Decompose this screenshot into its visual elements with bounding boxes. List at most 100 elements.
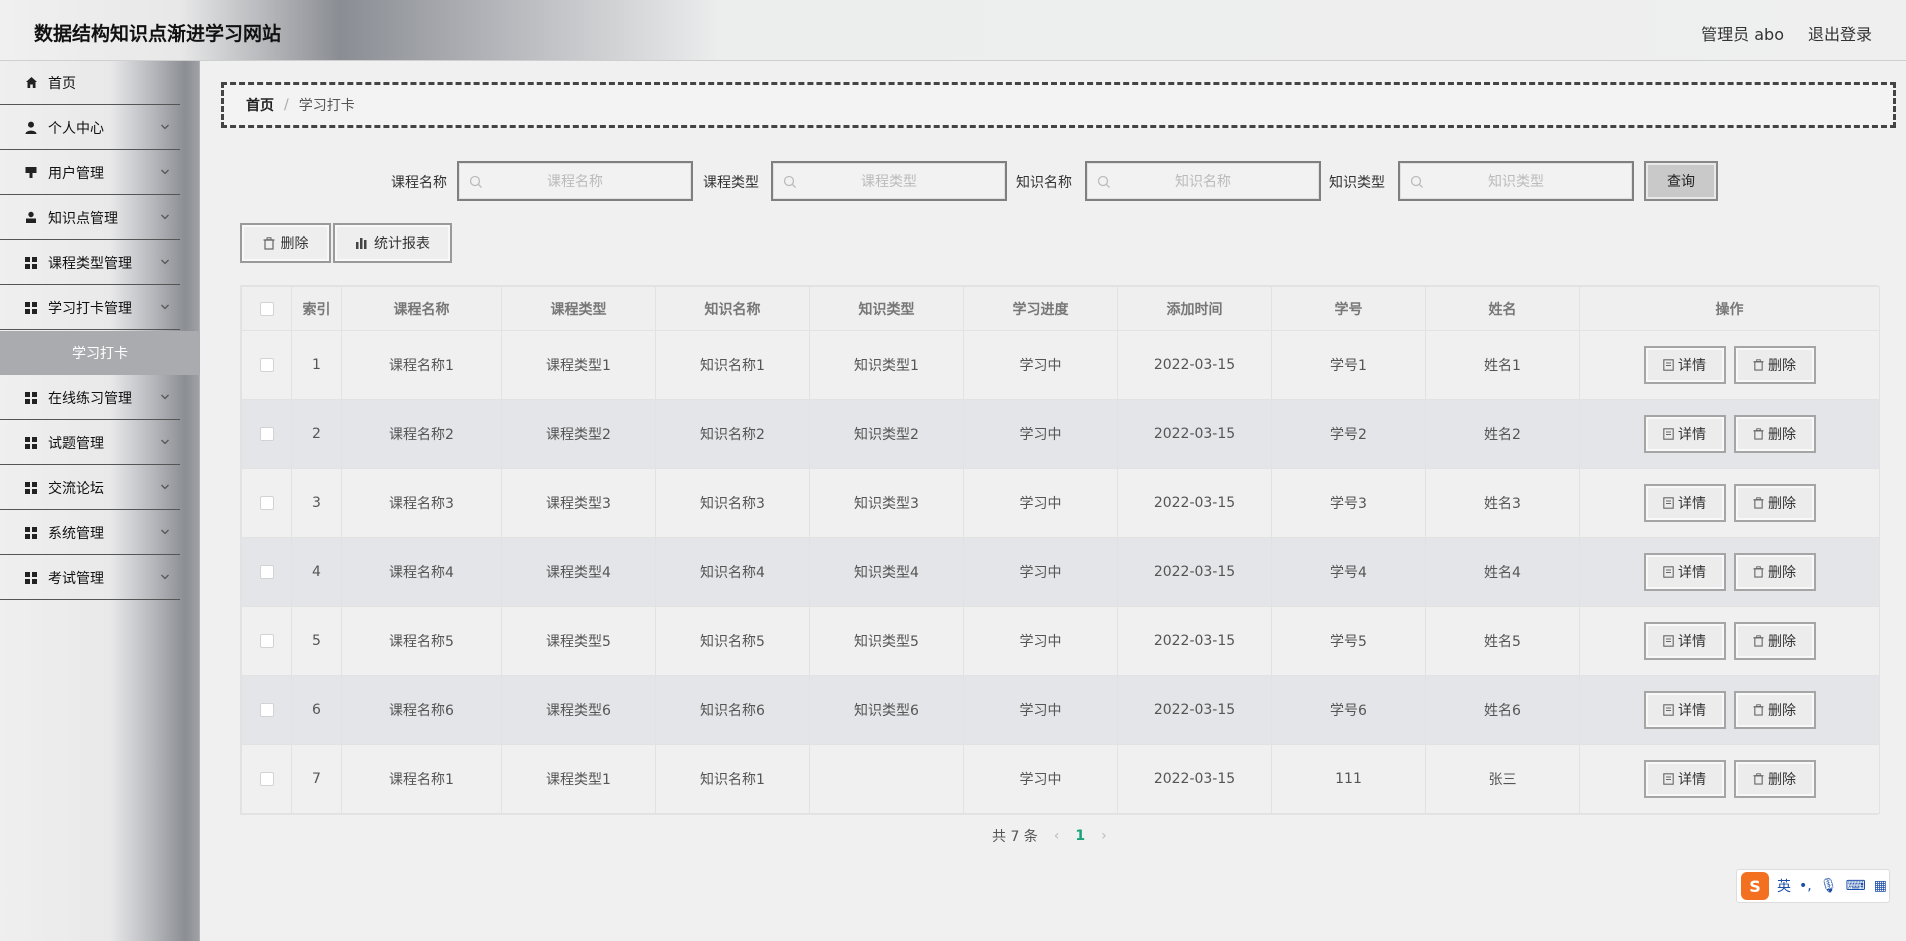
document-icon bbox=[1663, 497, 1674, 509]
row-checkbox[interactable] bbox=[259, 358, 274, 372]
table-cell: 2022-03-15 bbox=[1117, 606, 1272, 676]
delete-button[interactable]: 删除 bbox=[1733, 760, 1816, 798]
course-name-input[interactable]: 课程名称 bbox=[457, 161, 693, 201]
sidebar-item-7[interactable]: 试题管理 bbox=[0, 421, 180, 465]
detail-button[interactable]: 详情 bbox=[1643, 691, 1726, 729]
admin-user-label[interactable]: 管理员 abo bbox=[1701, 21, 1784, 45]
delete-button[interactable]: 删除 bbox=[1733, 622, 1816, 660]
table-cell: 知识名称1 bbox=[655, 744, 810, 814]
trash-icon bbox=[1753, 566, 1764, 578]
table-cell: 2022-03-15 bbox=[1117, 468, 1272, 538]
sidebar-item-6[interactable]: 在线练习管理 bbox=[0, 376, 180, 420]
ime-logo-icon[interactable]: S bbox=[1741, 872, 1769, 900]
row-actions: 详情 删除 bbox=[1579, 468, 1880, 538]
delete-button[interactable]: 删除 bbox=[1733, 553, 1816, 591]
delete-button[interactable]: 删除 bbox=[1733, 484, 1816, 522]
ime-punct-icon[interactable]: •, bbox=[1799, 878, 1812, 894]
knowledge-type-input[interactable]: 知识类型 bbox=[1398, 161, 1634, 201]
grid-icon bbox=[24, 301, 38, 315]
detail-button[interactable]: 详情 bbox=[1643, 760, 1726, 798]
sidebar-item-label: 考试管理 bbox=[48, 570, 104, 587]
ime-toolbar: S 英 •, 🎙 ⌨ ▦ bbox=[1736, 869, 1890, 903]
ime-keyboard-icon[interactable]: ⌨ bbox=[1846, 878, 1866, 894]
batch-delete-label: 删除 bbox=[280, 236, 309, 252]
detail-label: 详情 bbox=[1678, 427, 1706, 443]
sidebar-item-label: 学习打卡管理 bbox=[48, 300, 132, 317]
sidebar-item-10[interactable]: 考试管理 bbox=[0, 556, 180, 600]
page-number-1[interactable]: 1 bbox=[1075, 828, 1085, 844]
detail-button[interactable]: 详情 bbox=[1643, 484, 1726, 522]
table-cell: 课程名称2 bbox=[341, 399, 502, 469]
column-header: 操作 bbox=[1579, 286, 1880, 331]
next-page-button[interactable]: › bbox=[1101, 828, 1107, 844]
course-type-label: 课程类型 bbox=[703, 175, 759, 191]
select-all-checkbox[interactable] bbox=[259, 301, 274, 316]
sidebar-item-8[interactable]: 交流论坛 bbox=[0, 466, 180, 510]
table-cell: 课程名称4 bbox=[341, 537, 502, 607]
sidebar-item-label: 在线练习管理 bbox=[48, 390, 132, 407]
table-cell: 学习中 bbox=[963, 468, 1118, 538]
table-cell: 2022-03-15 bbox=[1117, 537, 1272, 607]
detail-button[interactable]: 详情 bbox=[1643, 415, 1726, 453]
course-type-input[interactable]: 课程类型 bbox=[771, 161, 1007, 201]
grid-icon bbox=[24, 256, 38, 270]
search-icon bbox=[783, 175, 796, 188]
row-checkbox[interactable] bbox=[259, 772, 274, 786]
table-cell: 2022-03-15 bbox=[1117, 675, 1272, 745]
table-cell: 知识名称6 bbox=[655, 675, 810, 745]
sidebar-subitem-checkin[interactable]: 学习打卡 bbox=[0, 331, 200, 375]
row-checkbox[interactable] bbox=[259, 703, 274, 717]
row-checkbox[interactable] bbox=[259, 634, 274, 648]
table-cell: 2022-03-15 bbox=[1117, 399, 1272, 469]
knowledge-type-label: 知识类型 bbox=[1329, 175, 1385, 191]
delete-button[interactable]: 删除 bbox=[1733, 691, 1816, 729]
user-icon bbox=[24, 121, 38, 135]
column-header: 添加时间 bbox=[1117, 286, 1272, 331]
report-button[interactable]: 统计报表 bbox=[333, 223, 452, 263]
detail-button[interactable]: 详情 bbox=[1643, 622, 1726, 660]
sidebar-item-3[interactable]: 知识点管理 bbox=[0, 196, 180, 240]
sidebar-item-0[interactable]: 首页 bbox=[0, 61, 180, 105]
delete-label: 删除 bbox=[1768, 772, 1796, 788]
sidebar-item-5[interactable]: 学习打卡管理 bbox=[0, 286, 180, 330]
logout-link[interactable]: 退出登录 bbox=[1808, 21, 1872, 45]
knowledge-icon bbox=[24, 211, 38, 225]
table-cell: 5 bbox=[291, 606, 342, 676]
knowledge-name-placeholder: 知识名称 bbox=[1175, 174, 1231, 190]
breadcrumb-home[interactable]: 首页 bbox=[246, 95, 274, 115]
row-checkbox[interactable] bbox=[259, 496, 274, 510]
table-cell: 课程类型5 bbox=[501, 606, 656, 676]
row-checkbox[interactable] bbox=[259, 427, 274, 441]
document-icon bbox=[1663, 428, 1674, 440]
select-all-cell bbox=[241, 286, 292, 331]
ime-lang-toggle[interactable]: 英 bbox=[1777, 876, 1791, 896]
delete-button[interactable]: 删除 bbox=[1733, 415, 1816, 453]
batch-delete-button[interactable]: 删除 bbox=[240, 223, 331, 263]
prev-page-button[interactable]: ‹ bbox=[1054, 828, 1060, 844]
delete-button[interactable]: 删除 bbox=[1733, 346, 1816, 384]
detail-button[interactable]: 详情 bbox=[1643, 346, 1726, 384]
delete-label: 删除 bbox=[1768, 634, 1796, 650]
table-cell: 知识名称2 bbox=[655, 399, 810, 469]
sidebar-item-2[interactable]: 用户管理 bbox=[0, 151, 180, 195]
knowledge-name-input[interactable]: 知识名称 bbox=[1085, 161, 1321, 201]
ime-menu-icon[interactable]: ▦ bbox=[1874, 878, 1887, 894]
home-icon bbox=[24, 76, 38, 90]
table-cell: 2022-03-15 bbox=[1117, 330, 1272, 400]
row-checkbox[interactable] bbox=[259, 565, 274, 579]
detail-button[interactable]: 详情 bbox=[1643, 553, 1726, 591]
query-button[interactable]: 查询 bbox=[1644, 161, 1718, 201]
sidebar-item-9[interactable]: 系统管理 bbox=[0, 511, 180, 555]
table-cell: 知识类型1 bbox=[809, 330, 964, 400]
ime-mic-icon[interactable]: 🎙 bbox=[1820, 878, 1838, 894]
table-cell: 知识名称5 bbox=[655, 606, 810, 676]
table-cell: 知识名称4 bbox=[655, 537, 810, 607]
sidebar-item-label: 试题管理 bbox=[48, 435, 104, 452]
detail-label: 详情 bbox=[1678, 772, 1706, 788]
sidebar-item-4[interactable]: 课程类型管理 bbox=[0, 241, 180, 285]
table-cell: 知识类型4 bbox=[809, 537, 964, 607]
sidebar-item-1[interactable]: 个人中心 bbox=[0, 106, 180, 150]
checkin-table: 索引 课程名称 课程类型 知识名称 知识类型 学习进度 添加时间 学号 姓名 操作 1 课程名称1 课… bbox=[240, 285, 1880, 815]
chevron-down-icon bbox=[161, 439, 169, 445]
column-header: 姓名 bbox=[1425, 286, 1580, 331]
